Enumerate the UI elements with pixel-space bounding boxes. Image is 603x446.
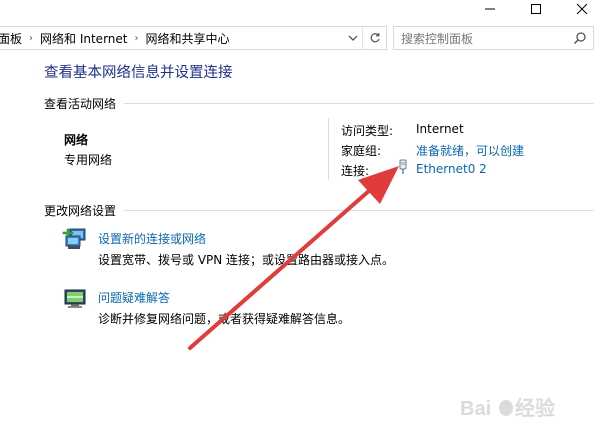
- minimize-icon: [485, 8, 495, 10]
- minimize-button[interactable]: [467, 0, 513, 18]
- change-settings-label: 更改网络设置: [44, 204, 117, 218]
- section-divider: [124, 103, 594, 104]
- ethernet-icon[interactable]: [398, 159, 408, 175]
- breadcrumb-separator-icon[interactable]: ›: [134, 33, 138, 44]
- setup-connection-link[interactable]: 设置新的连接或网络: [98, 230, 206, 247]
- title-bar: [0, 0, 603, 26]
- setup-connection-description: 设置宽带、拨号或 VPN 连接；或设置路由器或接入点。: [98, 253, 395, 267]
- homegroup-link[interactable]: 准备就绪，可以创建: [416, 142, 524, 159]
- search-icon[interactable]: [573, 31, 587, 45]
- address-bar[interactable]: 面板 › 网络和 Internet › 网络和共享中心: [0, 26, 387, 50]
- baidu-watermark-logo: Bai 经验: [460, 396, 555, 420]
- troubleshoot-link[interactable]: 问题疑难解答: [98, 289, 170, 306]
- maximize-button[interactable]: [513, 0, 559, 18]
- homegroup-label: 家庭组:: [341, 144, 382, 158]
- svg-text:Bai: Bai: [460, 398, 491, 420]
- maximize-icon: [531, 4, 541, 14]
- breadcrumb-separator-icon[interactable]: ›: [29, 33, 33, 44]
- connection-label: 连接:: [341, 164, 370, 178]
- chevron-down-icon: [348, 35, 358, 41]
- close-icon: [576, 3, 588, 15]
- page-title: 查看基本网络信息并设置连接: [44, 65, 233, 81]
- refresh-button[interactable]: [362, 27, 387, 49]
- breadcrumb-item[interactable]: 网络和 Internet: [40, 30, 127, 47]
- ethernet-connection-link[interactable]: Ethernet0 2: [416, 162, 487, 176]
- new-connection-icon: [62, 228, 86, 249]
- active-networks-header: 查看活动网络: [44, 95, 594, 112]
- section-divider: [124, 210, 594, 211]
- troubleshoot-icon: [64, 289, 86, 308]
- breadcrumb-item[interactable]: 网络和共享中心: [145, 30, 229, 47]
- breadcrumb-item[interactable]: 面板: [0, 30, 22, 47]
- active-networks-label: 查看活动网络: [44, 97, 117, 111]
- close-button[interactable]: [559, 0, 603, 18]
- network-name: 网络: [64, 133, 89, 147]
- access-type-label: 访问类型:: [341, 124, 394, 138]
- search-placeholder: 搜索控制面板: [401, 31, 474, 46]
- network-type: 专用网络: [64, 153, 113, 167]
- access-type-value: Internet: [416, 122, 464, 136]
- address-history-button[interactable]: [345, 27, 361, 49]
- details-divider: [328, 118, 329, 180]
- change-settings-header: 更改网络设置: [44, 202, 594, 219]
- search-input[interactable]: 搜索控制面板: [393, 26, 594, 50]
- refresh-icon: [370, 33, 380, 43]
- svg-text:经验: 经验: [515, 396, 555, 420]
- troubleshoot-description: 诊断并修复网络问题，或者获得疑难解答信息。: [98, 312, 351, 326]
